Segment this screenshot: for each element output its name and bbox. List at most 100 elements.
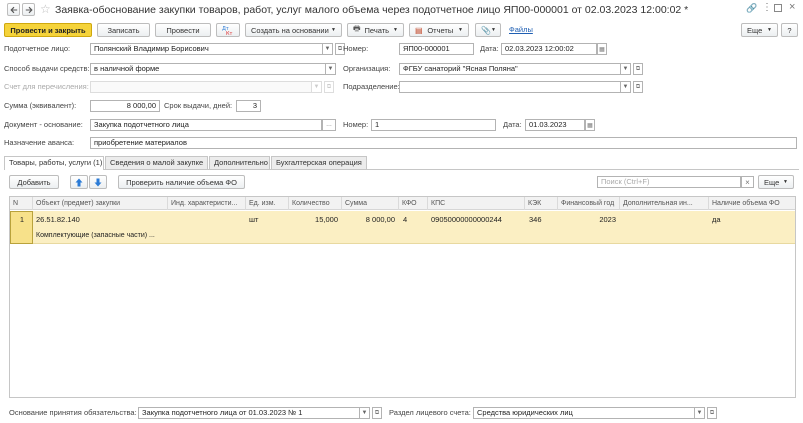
division-open-button[interactable]: ⧉	[633, 81, 643, 93]
move-down-button[interactable]	[89, 175, 107, 189]
open-icon: ⧉	[326, 83, 332, 90]
row-qty: 15,000	[315, 215, 338, 224]
tab-goods[interactable]: Товары, работы, услуги (1)	[4, 156, 104, 170]
check-fo-button[interactable]: Проверить наличие объема ФО	[118, 175, 245, 189]
create-based-on-label: Создать на основании	[251, 25, 329, 35]
division-dropdown[interactable]: ▼	[621, 81, 631, 93]
basis-select-button[interactable]: …	[322, 119, 336, 131]
add-row-button[interactable]: Добавить	[9, 175, 59, 189]
number-field[interactable]: ЯП00-000001	[399, 43, 474, 55]
open-icon: ⧉	[374, 409, 380, 416]
obligation-open-button[interactable]: ⧉	[372, 407, 382, 419]
open-icon: ⧉	[709, 409, 715, 416]
search-clear-button[interactable]: ×	[741, 176, 754, 188]
open-icon: ⧉	[635, 83, 641, 90]
accountable-label: Подотчетное лицо:	[4, 44, 71, 53]
purpose-label: Назначение аванса:	[4, 138, 75, 147]
basis-field[interactable]: Закупка подотчетного лица	[90, 119, 322, 131]
column-ind[interactable]: Инд. характеристи...	[168, 197, 246, 210]
tab-small-purchase[interactable]: Сведения о малой закупке	[105, 156, 208, 169]
organization-dropdown[interactable]: ▼	[621, 63, 631, 75]
row-object-desc: Комплектующие (запасные части) ...	[36, 232, 155, 239]
basis-calendar-button[interactable]: ▦	[585, 119, 595, 131]
row-kek: 346	[529, 215, 542, 224]
calendar-button[interactable]: ▦	[597, 43, 607, 55]
help-button[interactable]: ?	[781, 23, 798, 37]
post-button[interactable]: Провести	[155, 23, 211, 37]
column-sum[interactable]: Сумма	[342, 197, 399, 210]
accountable-field[interactable]: Полянский Владимир Борисович	[90, 43, 323, 55]
organization-field[interactable]: ФГБУ санаторий "Ясная Поляна"	[399, 63, 621, 75]
window-title: Заявка-обоснование закупки товаров, рабо…	[55, 4, 689, 16]
division-field[interactable]	[399, 81, 621, 93]
search-input[interactable]: Поиск (Ctrl+F)	[597, 176, 741, 188]
organization-label: Организация:	[343, 64, 391, 73]
column-extra[interactable]: Дополнительная ин...	[620, 197, 709, 210]
date-field[interactable]: 02.03.2023 12:00:02	[501, 43, 597, 55]
paperclip-icon: 📎	[481, 25, 491, 35]
section-dropdown[interactable]: ▼	[695, 407, 705, 419]
purpose-field[interactable]: приобретение материалов	[90, 137, 797, 149]
save-button[interactable]: Записать	[97, 23, 150, 37]
maximize-icon[interactable]	[774, 4, 782, 12]
link-icon[interactable]: 🔗	[746, 3, 757, 14]
close-icon[interactable]: ×	[789, 1, 795, 13]
organization-open-button[interactable]: ⧉	[633, 63, 643, 75]
tab-accounting[interactable]: Бухгалтерская операция	[271, 156, 367, 169]
back-button[interactable]	[7, 3, 20, 16]
sum-field[interactable]: 8 000,00	[90, 100, 160, 112]
accountable-dropdown[interactable]: ▼	[323, 43, 333, 55]
column-n[interactable]: N	[10, 197, 33, 210]
tab-additional[interactable]: Дополнительно	[209, 156, 270, 169]
column-fo[interactable]: Наличие объема ФО	[709, 197, 795, 210]
obligation-dropdown[interactable]: ▼	[360, 407, 370, 419]
debit-credit-button[interactable]: Дт Кт	[216, 23, 240, 37]
arrow-right-icon	[25, 6, 33, 13]
column-object[interactable]: Объект (предмет) закупки	[33, 197, 168, 210]
files-link[interactable]: Файлы	[509, 25, 533, 34]
chevron-down-icon: ▼	[361, 410, 368, 416]
column-unit[interactable]: Ед. изм.	[246, 197, 289, 210]
obligation-field[interactable]: Закупка подотчетного лица от 01.03.2023 …	[138, 407, 360, 419]
basis-date-label: Дата:	[503, 120, 522, 129]
row-fo: да	[712, 215, 721, 224]
basis-date-field[interactable]: 01.03.2023	[525, 119, 585, 131]
open-icon: ⧉	[337, 45, 343, 52]
forward-button[interactable]	[22, 3, 35, 16]
move-up-button[interactable]	[70, 175, 88, 189]
post-and-close-button[interactable]: Провести и закрыть	[4, 23, 92, 37]
chevron-down-icon: ▼	[327, 66, 334, 72]
row-kfo: 4	[403, 215, 408, 224]
menu-dots-icon[interactable]: ⋮	[762, 2, 772, 13]
section-field[interactable]: Средства юридических лиц	[473, 407, 695, 419]
method-field[interactable]: в наличной форме	[90, 63, 326, 75]
column-kek[interactable]: КЭК	[525, 197, 558, 210]
row-year: 2023	[599, 215, 616, 224]
column-qty[interactable]: Количество	[289, 197, 342, 210]
print-button[interactable]: 🖶 Печать ▼	[347, 23, 404, 37]
sum-label: Сумма (эквивалент):	[4, 101, 77, 110]
attach-button[interactable]: 📎 ▼	[475, 23, 501, 37]
row-object: 26.51.82.140	[36, 215, 80, 224]
column-kfo[interactable]: КФО	[399, 197, 428, 210]
method-dropdown[interactable]: ▼	[326, 63, 336, 75]
chevron-down-icon: ▼	[767, 27, 772, 33]
favorite-star-icon[interactable]: ☆	[40, 2, 51, 16]
section-label: Раздел лицевого счета:	[389, 408, 471, 417]
reports-button[interactable]: ▤ Отчеты ▼	[409, 23, 469, 37]
division-label: Подразделение:	[343, 82, 400, 91]
chevron-down-icon: ▼	[331, 27, 336, 33]
basis-number-label: Номер:	[343, 120, 369, 129]
section-open-button[interactable]: ⧉	[707, 407, 717, 419]
create-based-on-button[interactable]: Создать на основании ▼	[245, 23, 342, 37]
basis-number-field[interactable]: 1	[371, 119, 496, 131]
chevron-down-icon: ▼	[696, 410, 703, 416]
chevron-down-icon: ▼	[393, 27, 398, 33]
term-field[interactable]: 3	[236, 100, 261, 112]
column-kps[interactable]: КПС	[428, 197, 525, 210]
chevron-down-icon: ▼	[490, 27, 496, 33]
column-year[interactable]: Финансовый год	[558, 197, 620, 210]
more-button[interactable]: Еще ▼	[741, 23, 778, 37]
table-more-button[interactable]: Еще ▼	[758, 175, 794, 189]
chevron-down-icon: ▼	[458, 27, 463, 33]
